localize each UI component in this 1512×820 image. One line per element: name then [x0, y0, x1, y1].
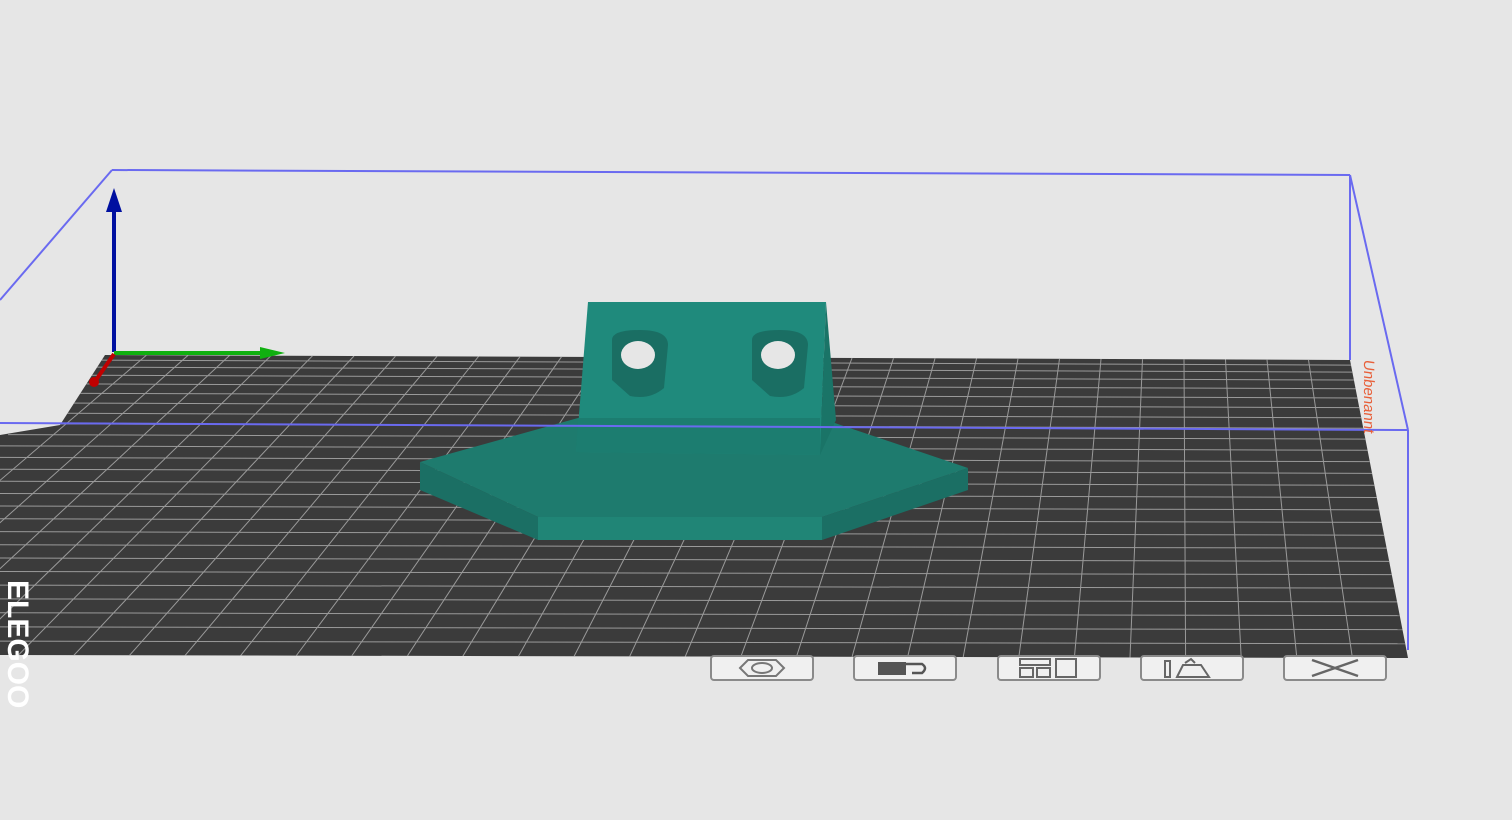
- arrange-button[interactable]: [997, 655, 1101, 681]
- bed-logo: ELEGOO: [1, 580, 34, 708]
- toggle-button[interactable]: [853, 655, 957, 681]
- bed-name-label: Unbenannt: [1360, 358, 1377, 435]
- nut-icon: [738, 659, 786, 677]
- load-button[interactable]: [1140, 655, 1244, 681]
- nut-button[interactable]: [710, 655, 814, 681]
- close-icon: [1311, 658, 1359, 678]
- 3d-viewport[interactable]: ELEGOO: [0, 0, 1512, 820]
- toggle-icon: [878, 662, 927, 675]
- delete-all-button[interactable]: [1283, 655, 1387, 681]
- arrange-icon: [1019, 658, 1077, 678]
- load-folder-icon: [1164, 657, 1211, 678]
